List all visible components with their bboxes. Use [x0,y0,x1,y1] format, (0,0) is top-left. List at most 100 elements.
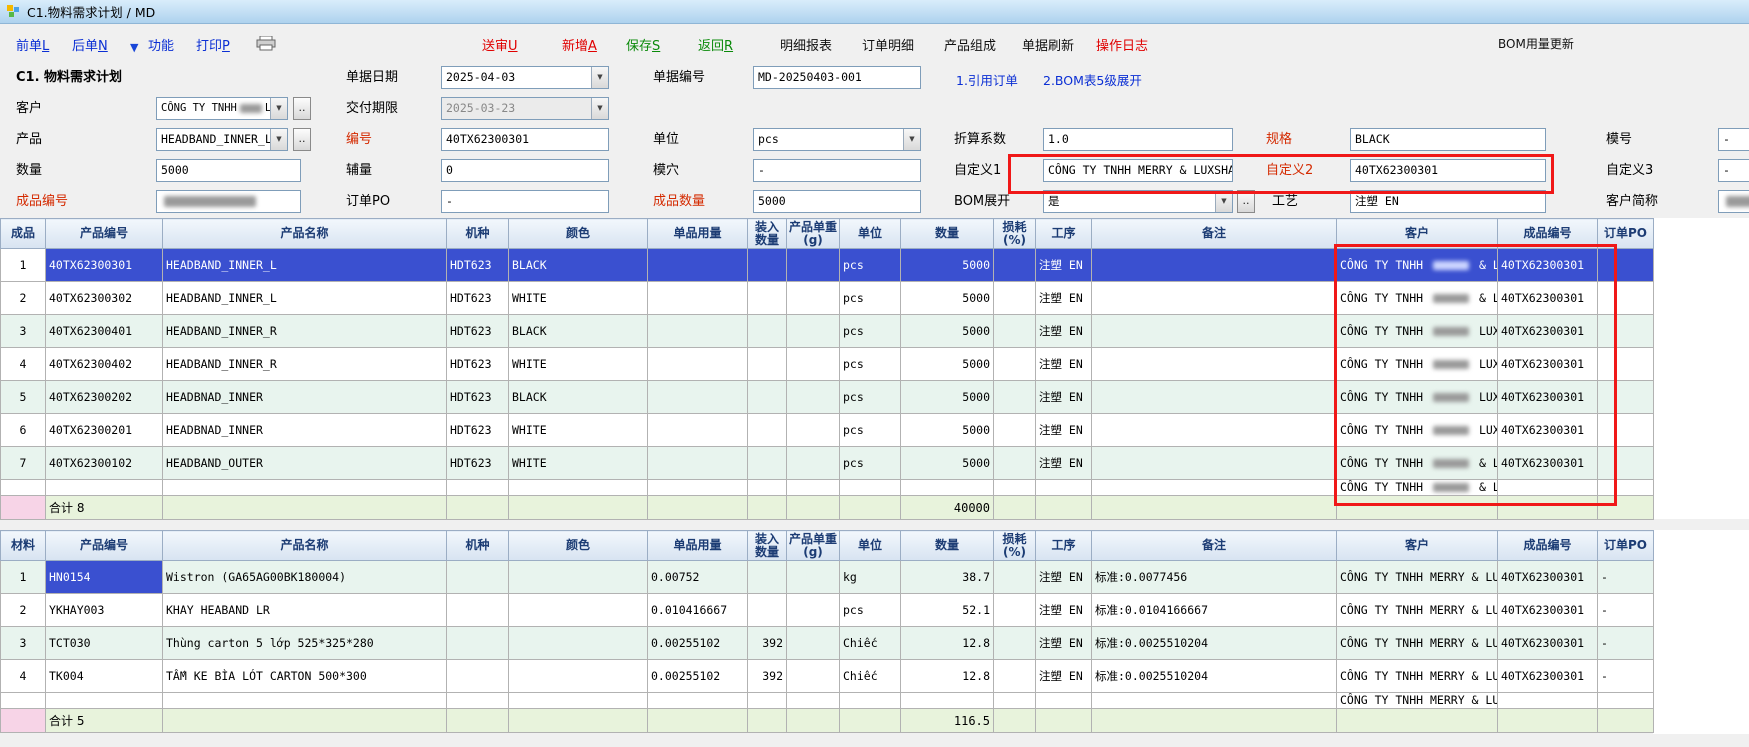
factor-field[interactable]: 1.0 [1043,128,1233,151]
grid-cell[interactable] [46,480,163,496]
grid-cell[interactable] [509,660,648,693]
grid-cell[interactable] [994,496,1036,520]
add-new-button[interactable]: 新增A [562,35,597,54]
grid-cell[interactable] [447,709,509,733]
table-row[interactable]: 440TX62300402HEADBAND_INNER_RHDT623WHITE… [1,348,1654,381]
grid-cell[interactable]: 注塑 EN [1036,282,1092,315]
prev-doc-button[interactable]: 前单L [16,35,49,54]
grid-cell[interactable]: 注塑 EN [1036,249,1092,282]
grid-cell[interactable]: pcs [840,447,901,480]
grid-cell[interactable]: HDT623 [447,414,509,447]
qty-field[interactable]: 5000 [156,159,301,182]
grid-cell[interactable]: HEADBNAD_INNER [163,381,447,414]
grid-cell[interactable] [1598,315,1654,348]
grid-cell[interactable]: 4 [1,660,46,693]
back-button[interactable]: 返回R [698,35,733,54]
custom3-field[interactable]: - [1718,159,1749,182]
grid-cell[interactable] [46,693,163,709]
column-header[interactable]: 成品 [1,219,46,249]
grid-cell[interactable]: - [1598,627,1654,660]
grid-cell[interactable] [447,480,509,496]
grid-cell[interactable]: 4 [1,348,46,381]
grid-cell[interactable]: Thùng carton 5 lớp 525*325*280 [163,627,447,660]
grid-cell[interactable] [748,249,787,282]
grid-cell[interactable] [840,496,901,520]
grid-cell[interactable] [994,414,1036,447]
product-combo[interactable]: HEADBAND_INNER_L [156,128,288,151]
grid-cell[interactable] [840,693,901,709]
grid-cell[interactable] [748,315,787,348]
grid-cell[interactable]: CÔNG TY TNHH MERRY & LUXS HARE (VIỆT NAM… [1337,660,1498,693]
grid-cell[interactable]: - [1598,660,1654,693]
grid-cell[interactable] [509,594,648,627]
grid-cell[interactable]: WHITE [509,282,648,315]
grid-cell[interactable]: 标准:0.0104166667 [1092,594,1337,627]
grid-cell[interactable] [787,709,840,733]
grid-cell[interactable] [748,348,787,381]
grid-cell[interactable]: pcs [840,381,901,414]
grid-cell[interactable] [787,561,840,594]
grid-cell[interactable] [1498,693,1598,709]
grid-cell[interactable] [787,496,840,520]
save-button[interactable]: 保存S [626,35,660,54]
grid-cell[interactable] [787,660,840,693]
grid-cell[interactable]: 12.8 [901,660,994,693]
grid-cell[interactable]: pcs [840,249,901,282]
grid-cell[interactable] [1092,414,1337,447]
column-header[interactable]: 单位 [840,531,901,561]
fg-code-field[interactable] [156,190,301,213]
grid-cell[interactable]: 注塑 EN [1036,414,1092,447]
doc-no-field[interactable]: MD-20250403-001 [753,66,921,89]
grid-cell[interactable]: CÔNG TY TNHH LUXS HARE (VIỆT NAM) [1337,315,1498,348]
grid-cell[interactable] [787,480,840,496]
order-detail-button[interactable]: 订单明细 [862,35,914,54]
grid-cell[interactable] [994,627,1036,660]
grid-cell[interactable] [787,627,840,660]
grid-cell[interactable] [648,249,748,282]
grid-cell[interactable]: 注塑 EN [1036,447,1092,480]
table-row[interactable]: CÔNG TY TNHH & LUXS [1,480,1654,496]
grid-cell[interactable] [1092,496,1337,520]
grid-cell[interactable]: BLACK [509,315,648,348]
column-header[interactable]: 产品名称 [163,219,447,249]
grid-cell[interactable] [447,496,509,520]
column-header[interactable]: 单品用量 [648,531,748,561]
grid-cell[interactable]: pcs [840,348,901,381]
grid-cell[interactable] [447,561,509,594]
grid-cell[interactable] [748,561,787,594]
grid-cell[interactable]: 40TX62300301 [1498,414,1598,447]
column-header[interactable]: 颜色 [509,531,648,561]
materials-grid[interactable]: 材料产品编号产品名称机种颜色单品用量装入数量产品单重(g)单位数量损耗(%)工序… [0,530,1654,733]
grid-cell[interactable] [840,480,901,496]
grid-cell[interactable]: pcs [840,282,901,315]
grid-cell[interactable]: 0.00255102 [648,627,748,660]
grid-cell[interactable]: 38.7 [901,561,994,594]
column-header[interactable]: 工序 [1036,531,1092,561]
grid-cell[interactable] [1036,496,1092,520]
detail-report-button[interactable]: 明细报表 [780,35,832,54]
grid-cell[interactable]: 5000 [901,381,994,414]
grid-cell[interactable]: HEADBAND_INNER_L [163,249,447,282]
grid-cell[interactable]: 40TX62300301 [1498,561,1598,594]
grid-cell[interactable]: Chiếc [840,627,901,660]
grid-cell[interactable] [994,693,1036,709]
bom-expand-link[interactable]: 2.BOM表5级展开 [1043,70,1142,89]
grid-cell[interactable]: 40TX62300301 [1498,282,1598,315]
grid-cell[interactable] [1092,693,1337,709]
grid-cell[interactable] [447,660,509,693]
grid-cell[interactable] [787,348,840,381]
grid-cell[interactable] [1598,709,1654,733]
grid-cell[interactable] [1036,709,1092,733]
grid-cell[interactable]: TẤM KE BÌA LÓT CARTON 500*300 [163,660,447,693]
grid-cell[interactable]: KHAY HEABAND LR [163,594,447,627]
column-header[interactable]: 工序 [1036,219,1092,249]
grid-cell[interactable] [1598,249,1654,282]
grid-cell[interactable]: 合计 8 [46,496,163,520]
grid-cell[interactable] [509,496,648,520]
grid-cell[interactable]: CÔNG TY TNHH LUXS HARE (VIỆT NAM) [1337,348,1498,381]
grid-cell[interactable] [1092,315,1337,348]
column-header[interactable]: 装入数量 [748,531,787,561]
grid-cell[interactable]: 注塑 EN [1036,348,1092,381]
grid-cell[interactable] [994,315,1036,348]
custom1-field[interactable]: CÔNG TY TNHH MERRY & LUXSHA [1043,159,1233,182]
